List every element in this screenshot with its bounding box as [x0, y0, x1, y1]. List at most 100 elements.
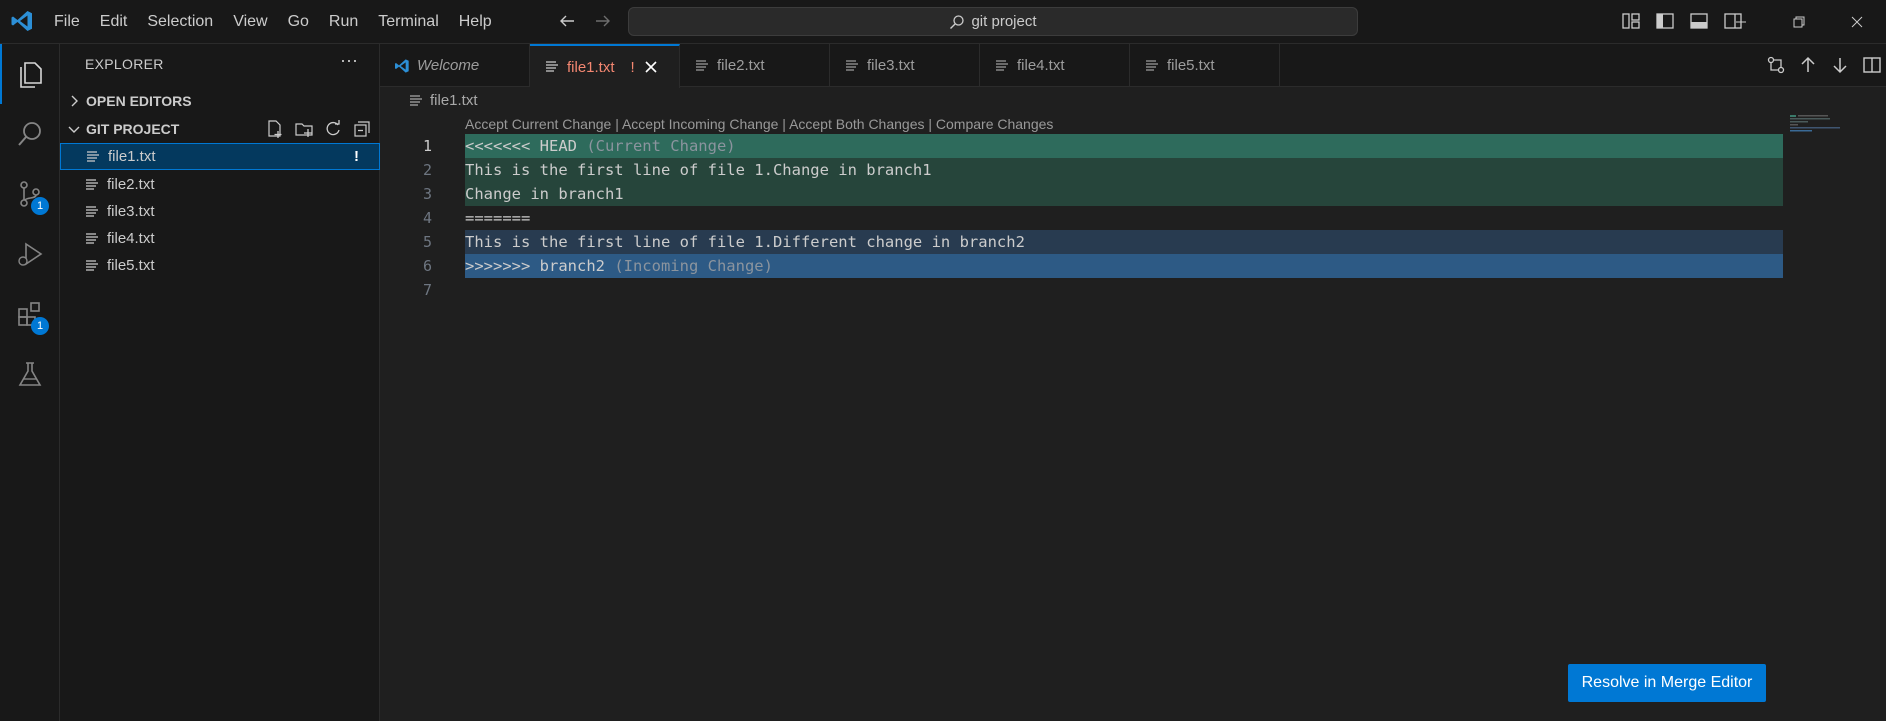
back-arrow-icon[interactable]: [556, 10, 578, 32]
compare-changes-icon[interactable]: [1766, 55, 1786, 75]
codelens-separator: |: [924, 116, 936, 132]
split-editor-icon[interactable]: [1862, 55, 1882, 75]
activity-source-control[interactable]: 1: [0, 164, 60, 224]
menu-file[interactable]: File: [44, 0, 90, 44]
menu-run[interactable]: Run: [319, 0, 368, 44]
close-tab-icon[interactable]: [643, 59, 659, 75]
new-folder-icon[interactable]: [294, 119, 314, 139]
file-item-file2[interactable]: file2.txt: [60, 171, 380, 198]
git-project-section[interactable]: GIT PROJECT: [60, 117, 380, 141]
code-line[interactable]: 2 This is the first line of file 1.Chang…: [380, 158, 1784, 182]
search-icon: [950, 14, 965, 29]
tab-label: file1.txt: [567, 58, 615, 76]
current-change-hint: (Current Change): [576, 137, 736, 155]
tab-label: file4.txt: [1017, 57, 1065, 74]
file-name: file2.txt: [107, 176, 155, 193]
text-file-icon: [410, 94, 422, 106]
menu-bar: File Edit Selection View Go Run Terminal…: [44, 0, 502, 44]
line-number: 1: [422, 137, 432, 155]
tab-file1[interactable]: file1.txt !: [530, 44, 680, 88]
merge-codelens: Accept Current Change | Accept Incoming …: [465, 116, 1053, 132]
editor-actions: [1766, 55, 1886, 75]
tab-welcome[interactable]: Welcome: [380, 44, 530, 87]
conflict-status: !: [354, 148, 359, 165]
code-line[interactable]: 3 Change in branch1: [380, 182, 1784, 206]
activity-testing[interactable]: [0, 344, 60, 404]
forward-arrow-icon[interactable]: [592, 10, 614, 32]
conflict-marker: <<<<<<< HEAD: [465, 137, 577, 155]
code-text: =======: [465, 209, 531, 227]
code-text: >>>>>>> branch2 (Incoming Change): [465, 254, 1783, 278]
menu-help[interactable]: Help: [449, 0, 502, 44]
code-line[interactable]: 5 This is the first line of file 1.Diffe…: [380, 230, 1784, 254]
navigation-arrows: [556, 10, 614, 32]
menu-view[interactable]: View: [223, 0, 277, 44]
line-number: 5: [422, 233, 432, 251]
tab-file3[interactable]: file3.txt: [830, 44, 980, 87]
accept-both-changes-link[interactable]: Accept Both Changes: [789, 116, 924, 132]
chevron-right-icon: [71, 95, 78, 107]
command-center-label: git project: [971, 13, 1037, 30]
previous-conflict-icon[interactable]: [1798, 55, 1818, 75]
text-file-icon: [1146, 59, 1158, 71]
more-actions-icon[interactable]: ···: [340, 50, 358, 71]
editor-tab-bar: Welcome file1.txt ! file2.txt file3.txt …: [380, 44, 1886, 88]
customize-layout-icon[interactable]: [1620, 10, 1642, 32]
extensions-badge: 1: [31, 317, 49, 335]
file-item-file4[interactable]: file4.txt: [60, 225, 380, 252]
text-file-icon: [996, 59, 1008, 71]
compare-changes-link[interactable]: Compare Changes: [936, 116, 1054, 132]
source-control-badge: 1: [31, 197, 49, 215]
menu-selection[interactable]: Selection: [137, 0, 223, 44]
activity-search[interactable]: [0, 104, 60, 164]
conflict-status: !: [630, 58, 635, 76]
code-text: Change in branch1: [465, 182, 1783, 206]
activity-run-debug[interactable]: [0, 224, 60, 284]
file-item-file3[interactable]: file3.txt: [60, 198, 380, 225]
toggle-primary-sidebar-icon[interactable]: [1654, 10, 1676, 32]
codelens-separator: |: [778, 116, 790, 132]
activity-extensions[interactable]: 1: [0, 284, 60, 344]
git-project-label: GIT PROJECT: [86, 121, 180, 137]
conflict-marker: >>>>>>> branch2: [465, 257, 605, 275]
refresh-icon[interactable]: [323, 119, 343, 139]
breadcrumb[interactable]: file1.txt: [408, 92, 478, 109]
menu-terminal[interactable]: Terminal: [368, 0, 448, 44]
minimize-button[interactable]: [1712, 0, 1770, 44]
breadcrumb-file: file1.txt: [430, 92, 478, 109]
explorer-sidebar: EXPLORER ··· OPEN EDITORS GIT PROJECT fi…: [60, 44, 380, 721]
close-window-button[interactable]: [1828, 0, 1886, 44]
code-line[interactable]: 4 =======: [380, 206, 1784, 230]
tab-file4[interactable]: file4.txt: [980, 44, 1130, 87]
incoming-change-hint: (Incoming Change): [604, 257, 773, 275]
resolve-in-merge-editor-button[interactable]: Resolve in Merge Editor: [1568, 664, 1766, 702]
restore-icon: [1793, 16, 1805, 28]
new-file-icon[interactable]: [265, 119, 285, 139]
accept-current-change-link[interactable]: Accept Current Change: [465, 116, 611, 132]
file-item-file1[interactable]: file1.txt !: [60, 143, 380, 170]
text-file-icon: [87, 150, 99, 162]
text-file-icon: [846, 59, 858, 71]
toggle-panel-icon[interactable]: [1688, 10, 1710, 32]
file-name: file5.txt: [107, 257, 155, 274]
open-editors-section[interactable]: OPEN EDITORS: [60, 89, 380, 113]
next-conflict-icon[interactable]: [1830, 55, 1850, 75]
text-file-icon: [86, 178, 98, 190]
command-center-search[interactable]: git project: [628, 7, 1358, 36]
accept-incoming-change-link[interactable]: Accept Incoming Change: [622, 116, 778, 132]
vscode-logo-icon: [395, 58, 409, 73]
tab-file2[interactable]: file2.txt: [680, 44, 830, 87]
window-controls: [1712, 0, 1886, 44]
code-line[interactable]: 1 <<<<<<< HEAD (Current Change): [380, 134, 1784, 158]
file-item-file5[interactable]: file5.txt: [60, 252, 380, 279]
code-line[interactable]: 6 >>>>>>> branch2 (Incoming Change): [380, 254, 1784, 278]
tab-file5[interactable]: file5.txt: [1130, 44, 1280, 87]
restore-button[interactable]: [1770, 0, 1828, 44]
menu-go[interactable]: Go: [278, 0, 319, 44]
menu-edit[interactable]: Edit: [90, 0, 138, 44]
line-number: 6: [422, 257, 432, 275]
minimap[interactable]: [1790, 114, 1850, 134]
activity-explorer[interactable]: [0, 44, 60, 104]
collapse-all-icon[interactable]: [352, 119, 372, 139]
code-line[interactable]: 7: [380, 278, 1784, 302]
